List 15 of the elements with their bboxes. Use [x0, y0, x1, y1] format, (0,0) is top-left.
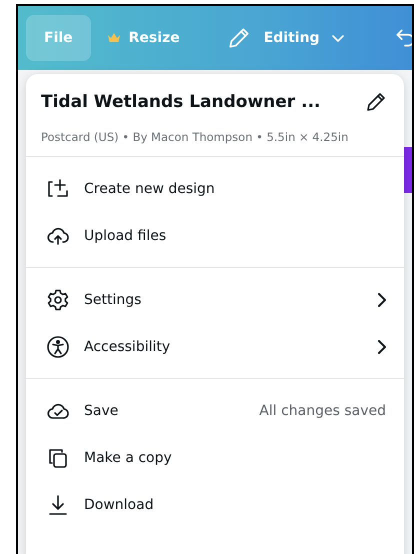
menu-item[interactable]: Create new design [26, 165, 404, 212]
chevron-down-icon [332, 34, 344, 42]
menu-item[interactable]: Download [26, 481, 404, 528]
menu-item[interactable]: Save All changes saved [26, 387, 404, 434]
menu-item[interactable]: Make a copy [26, 434, 404, 481]
settings-icon [46, 288, 70, 312]
save-status: All changes saved [259, 402, 386, 418]
menu-item[interactable]: Accessibility [26, 323, 404, 370]
pencil-icon [364, 90, 388, 114]
accessibility-icon [46, 334, 70, 358]
menu-item[interactable]: Settings [26, 276, 404, 323]
design-details: Postcard (US) • By Macon Thompson • 5.5in × 4.25in [41, 130, 350, 144]
menu-item[interactable]: Upload files [26, 212, 404, 259]
crown-icon [106, 32, 121, 44]
design-title: Tidal Wetlands Landowner ... [41, 92, 320, 112]
